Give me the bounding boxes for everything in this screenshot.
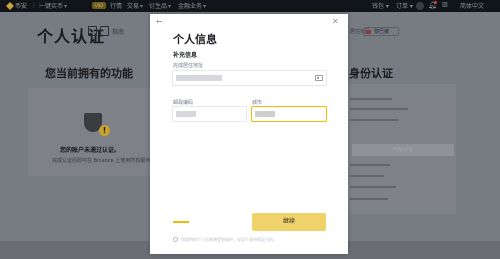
continue-button[interactable]: 继续 [252,213,326,231]
verification-heading: 身份认证 [349,67,393,80]
start-verification-button[interactable]: 开始认证 [352,144,454,156]
verification-line [350,119,398,121]
brand-name[interactable]: 币安 [15,1,27,10]
postal-code-value [176,111,196,117]
binance-logo-icon[interactable] [6,2,14,10]
verification-line [350,186,396,188]
verification-line [350,198,388,200]
warning-icon: ! [99,125,110,136]
nav-item-finance[interactable]: 金融业务▾ [178,1,206,10]
top-navigation-bar: 币安 ⋮⋮ 一键买币▾ USD 行情 交易▾ 衍生品▾ 金融业务▾ 钱包 ▾ 订… [0,0,500,12]
wallet-menu[interactable]: 钱包 ▾ [372,1,389,10]
verification-line [350,175,384,177]
city-label: 城市 [252,100,263,106]
language-menu[interactable]: 简体中文 [460,1,484,10]
nav-item-derivatives[interactable]: 衍生品▾ [149,1,171,10]
close-icon[interactable]: ✕ [332,18,339,26]
nav-item-buy-crypto[interactable]: 一键买币▾ [39,1,67,10]
postal-code-input[interactable] [172,106,247,122]
city-input[interactable] [251,106,327,122]
address-label: 完成居住地址 [173,63,204,69]
verification-line [350,98,392,100]
address-value [176,75,222,81]
region-value: 黎巴嫩 [374,29,390,35]
question-icon[interactable] [100,26,109,36]
nav-item-markets[interactable]: 行情 [110,1,122,10]
back-arrow-icon[interactable]: ← [156,18,163,26]
step-progress-bar [173,221,189,223]
guide-link[interactable]: 指南 [112,27,124,36]
account-description: 完成认证后即可在 Binance 上使用所有服务。 [52,158,156,164]
orders-menu[interactable]: 订单 ▾ [396,1,413,10]
id-card-icon [315,75,323,81]
avatar[interactable] [416,2,424,10]
section-heading: 补充信息 [173,52,198,59]
verification-line [350,164,390,166]
nav-item-trade[interactable]: 交易▾ [127,1,143,10]
modal-title: 个人信息 [173,33,217,46]
postal-code-label: 邮政编码 [173,100,194,106]
help-icon[interactable] [88,26,97,36]
download-menu[interactable]: ▥ [442,1,448,8]
nav-badge: USD [92,2,106,9]
notification-dot [434,1,437,4]
verification-line [350,108,408,110]
privacy-note: 您提供的个人信息将受到保护，仅用于身份验证目的。 [181,237,277,242]
account-status-text: 您的账户未通过认证。 [60,147,121,154]
info-icon [173,237,178,242]
features-heading: 您当前拥有的功能 [45,67,133,80]
address-input[interactable] [172,70,327,86]
flag-icon [366,30,371,34]
city-value [255,111,275,117]
